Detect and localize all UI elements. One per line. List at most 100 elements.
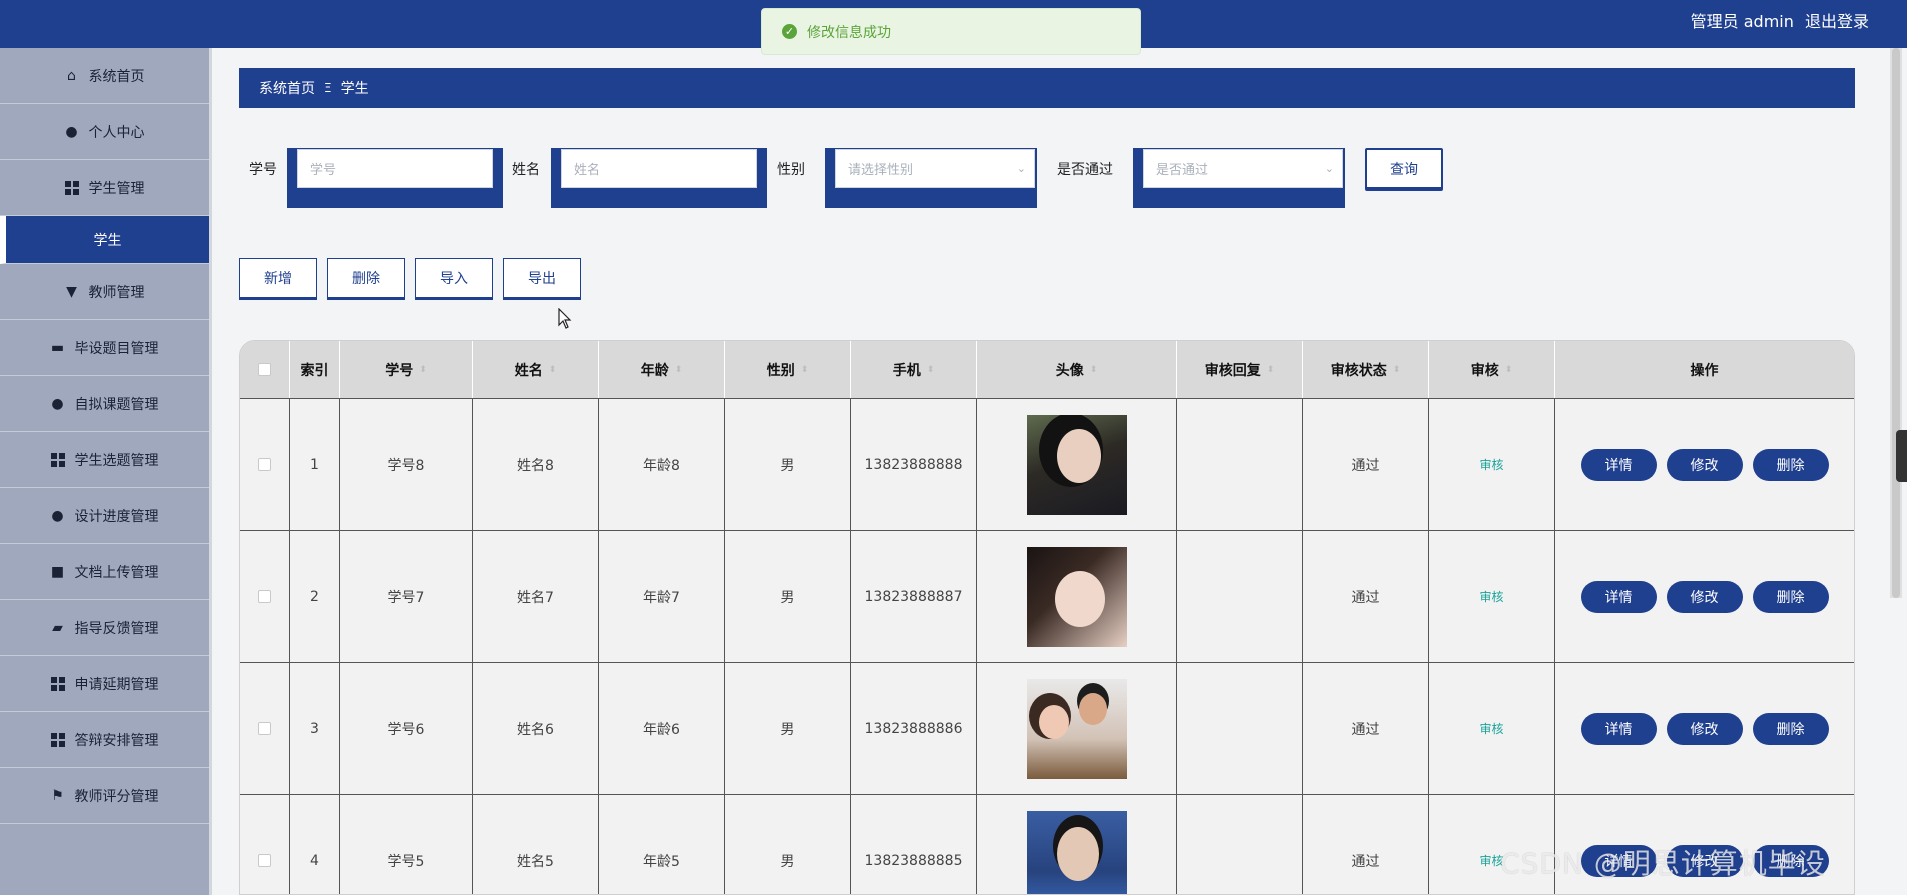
wallet-icon: ▰ [52,619,63,636]
row-checkbox[interactable] [258,722,271,735]
col-reply[interactable]: 审核回复 ⬍ [1177,341,1303,398]
cell-status: 通过 [1303,399,1429,530]
sidebar-item-topic-mgmt[interactable]: ▬ 毕设题目管理 [0,320,209,376]
page-scrollbar[interactable] [1890,48,1902,598]
row-delete-button[interactable]: 删除 [1752,448,1829,481]
detail-button[interactable]: 详情 [1580,580,1657,613]
review-link[interactable]: 审核 [1479,588,1503,605]
cell-avatar [977,531,1177,662]
add-button[interactable]: 新增 [239,258,317,298]
table-header: 索引 学号 ⬍ 姓名 ⬍ 年龄 ⬍ 性别 ⬍ 手机 ⬍ 头像 ⬍ 审核回复 ⬍ 审核状态 ⬍ 审… [240,341,1854,398]
import-button[interactable]: 导入 [415,258,493,298]
sidebar-item-label: 教师评分管理 [74,788,159,805]
breadcrumb-current: 学生 [340,81,369,97]
edit-button[interactable]: 修改 [1666,580,1743,613]
user-icon: ● [51,395,64,412]
col-avatar[interactable]: 头像 ⬍ [977,341,1177,398]
cell-reply [1177,399,1303,530]
sort-icon: ⬍ [674,364,683,375]
sidebar-item-feedback-mgmt[interactable]: ▰ 指导反馈管理 [0,600,209,656]
sidebar-item-student-mgmt[interactable]: 学生管理 [0,160,209,216]
cell-name: 姓名5 [473,795,599,894]
row-delete-button[interactable]: 删除 [1752,712,1829,745]
sidebar-item-selection-mgmt[interactable]: 学生选题管理 [0,432,209,488]
sidebar-item-progress-mgmt[interactable]: ● 设计进度管理 [0,488,209,544]
cell-review: 审核 [1429,531,1555,662]
sidebar-item-home[interactable]: ⌂ 系统首页 [0,48,209,104]
select-all-checkbox[interactable] [258,363,271,376]
sidebar-item-self-topic-mgmt[interactable]: ● 自拟课题管理 [0,376,209,432]
search-sid-input[interactable]: 学号 [297,149,493,188]
edit-button[interactable]: 修改 [1666,448,1743,481]
sort-icon: ⬍ [1266,364,1275,375]
sidebar-item-profile[interactable]: ● 个人中心 [0,104,209,160]
review-link[interactable]: 审核 [1479,720,1503,737]
breadcrumb-separator: Ξ [324,81,332,95]
col-status[interactable]: 审核状态 ⬍ [1303,341,1429,398]
search-sid-label: 学号 [249,162,277,178]
query-button[interactable]: 查询 [1365,148,1443,189]
col-gender[interactable]: 性别 ⬍ [725,341,851,398]
export-button[interactable]: 导出 [503,258,581,298]
cell-review: 审核 [1429,663,1555,794]
edit-button[interactable]: 修改 [1666,712,1743,745]
ticket-icon: ■ [50,563,65,580]
col-phone[interactable]: 手机 ⬍ [851,341,977,398]
bulb-icon: ● [51,507,64,524]
table-row: 2 学号7 姓名7 年龄7 男 13823888887 通过 审核 详情 修改 … [240,530,1854,662]
search-name-input[interactable]: 姓名 [561,149,757,188]
col-age[interactable]: 年龄 ⬍ [599,341,725,398]
sidebar-item-extension-mgmt[interactable]: 申请延期管理 [0,656,209,712]
admin-label: 管理员 admin [1690,12,1794,31]
passed-select[interactable]: 是否通过 ⌄ [1143,149,1343,188]
user-icon: ● [65,123,78,140]
row-delete-button[interactable]: 删除 [1752,580,1829,613]
row-checkbox[interactable] [258,590,271,603]
sidebar-item-upload-mgmt[interactable]: ■ 文档上传管理 [0,544,209,600]
cell-avatar [977,663,1177,794]
search-gender-box: 请选择性别 ⌄ [825,148,1037,208]
col-name[interactable]: 姓名 ⬍ [473,341,599,398]
detail-button[interactable]: 详情 [1580,448,1657,481]
cell-sid: 学号5 [340,795,473,894]
sidebar-item-label: 学生选题管理 [74,452,159,469]
sidebar-item-teacher-mgmt[interactable]: ▼ 教师管理 [0,264,209,320]
sidebar-item-defense-mgmt[interactable]: 答辩安排管理 [0,712,209,768]
sidebar-item-scoring-mgmt[interactable]: ⚑ 教师评分管理 [0,768,209,824]
logout-link[interactable]: 退出登录 [1805,12,1869,31]
sidebar-item-label: 答辩安排管理 [74,732,159,749]
cell-age: 年龄8 [599,399,725,530]
avatar [1026,810,1127,894]
row-select-cell [240,795,290,894]
sidebar-item-label: 学生管理 [88,180,145,197]
breadcrumb-home[interactable]: 系统首页 [259,78,315,98]
row-checkbox[interactable] [258,854,271,867]
detail-button[interactable]: 详情 [1580,712,1657,745]
col-sid[interactable]: 学号 ⬍ [340,341,473,398]
cell-reply [1177,531,1303,662]
sort-icon: ⬍ [419,364,427,375]
mouse-cursor-icon [558,308,572,329]
row-select-cell [240,399,290,530]
watermark: CSDN @明思计算机毕设 [1500,847,1826,880]
cell-sid: 学号6 [340,663,473,794]
delete-button[interactable]: 删除 [327,258,405,298]
sort-icon: ⬍ [548,364,557,375]
search-sid-box: 学号 [287,148,503,208]
side-handle[interactable] [1896,430,1907,482]
cell-reply [1177,663,1303,794]
sidebar-item-label: 个人中心 [88,124,145,141]
cell-index: 2 [290,531,340,662]
grid-icon [64,180,79,195]
sidebar-item-student[interactable]: 学生 [0,216,209,264]
scrollbar-thumb[interactable] [1892,48,1900,598]
gender-select[interactable]: 请选择性别 ⌄ [835,149,1035,188]
row-checkbox[interactable] [258,458,271,471]
avatar [1026,678,1127,779]
select-all-cell [240,341,290,398]
sort-icon: ⬍ [926,364,935,375]
review-link[interactable]: 审核 [1479,456,1503,473]
col-review[interactable]: 审核 ⬍ [1429,341,1555,398]
sidebar-item-label: 申请延期管理 [74,676,159,693]
home-icon: ⌂ [67,67,76,84]
